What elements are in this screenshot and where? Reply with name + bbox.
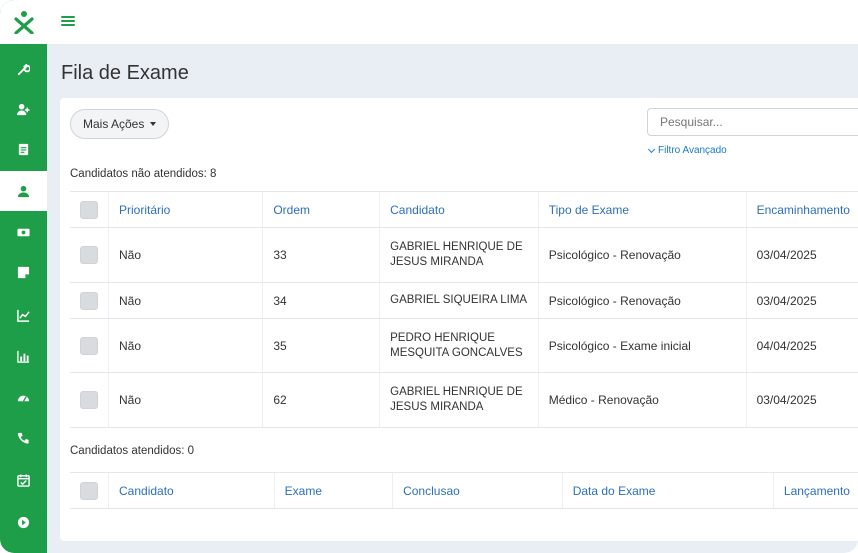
column-header-conclusao[interactable]: Conclusao: [392, 472, 563, 509]
logo-icon: [13, 11, 34, 34]
row-select-cell: [70, 227, 109, 283]
sidebar-item-schedule[interactable]: [0, 460, 47, 500]
cell-tipo-exame: Médico - Renovação: [537, 372, 747, 428]
sidebar: [0, 0, 47, 553]
table-row[interactable]: Não 62 GABRIEL HENRIQUE DE JESUS MIRANDA …: [70, 372, 858, 428]
app-window: Fila de Exame Mais Ações Filtro Avançado…: [0, 0, 858, 553]
table-row[interactable]: Não 33 GABRIEL HENRIQUE DE JESUS MIRANDA …: [70, 227, 858, 283]
attended-count-label: Candidatos atendidos: 0: [70, 445, 195, 457]
phone-icon: [17, 432, 29, 444]
cell-prioritario: Não: [107, 318, 263, 373]
cell-encaminhamento: 03/04/2025: [745, 227, 858, 283]
sidebar-item-tools[interactable]: [0, 49, 47, 89]
top-bar: [47, 0, 858, 44]
user-plus-icon: [17, 103, 30, 115]
candidate-name-line: JESUS MIRANDA: [390, 256, 484, 268]
dashboard-icon: [17, 395, 30, 402]
bar-chart-icon: [17, 350, 30, 363]
calendar-check-icon: [17, 473, 30, 487]
page-title: Fila de Exame: [61, 62, 189, 84]
column-header-candidato[interactable]: Candidato: [379, 191, 539, 228]
candidate-name-line: MESQUITA GONCALVES: [390, 346, 523, 359]
sidebar-item-add-user[interactable]: [0, 89, 47, 129]
cell-prioritario: Não: [107, 372, 263, 428]
row-checkbox[interactable]: [80, 391, 98, 409]
column-header-data-exame[interactable]: Data do Exame: [561, 472, 774, 509]
cell-encaminhamento: 04/04/2025: [745, 318, 858, 373]
row-checkbox[interactable]: [80, 291, 98, 310]
cell-ordem: 62: [262, 372, 380, 428]
select-all-cell: [70, 472, 109, 509]
row-checkbox[interactable]: [80, 246, 98, 264]
table-row[interactable]: Não 34 GABRIEL SIQUEIRA LIMA Psicológico…: [70, 282, 858, 319]
cell-ordem: 35: [262, 318, 380, 373]
cell-candidato: GABRIEL HENRIQUE DE JESUS MIRANDA: [379, 372, 539, 428]
column-header-tipo-exame[interactable]: Tipo de Exame: [537, 191, 747, 228]
attended-header-row: Candidato Exame Conclusao Data do Exame …: [70, 472, 858, 509]
select-all-cell: [70, 191, 109, 228]
cell-tipo-exame: Psicológico - Renovação: [537, 227, 747, 283]
wrench-icon: [17, 63, 30, 75]
more-actions-button[interactable]: Mais Ações: [70, 109, 170, 139]
cell-tipo-exame: Psicológico - Renovação: [537, 282, 747, 319]
candidate-name-line: GABRIEL HENRIQUE DE: [390, 386, 523, 398]
note-icon: [17, 266, 30, 278]
advanced-filter-link[interactable]: Filtro Avançado: [647, 145, 727, 156]
cell-candidato: GABRIEL HENRIQUE DE JESUS MIRANDA: [379, 227, 539, 283]
document-icon: [18, 143, 29, 155]
sidebar-item-documents[interactable]: [0, 129, 47, 169]
candidate-name-line: PEDRO HENRIQUE: [390, 331, 495, 344]
cell-encaminhamento: 03/04/2025: [745, 282, 858, 319]
sidebar-item-media[interactable]: [0, 502, 47, 542]
sidebar-item-reports[interactable]: [0, 295, 47, 335]
menu-toggle-icon[interactable]: [61, 14, 75, 28]
line-chart-icon: [17, 309, 30, 322]
advanced-filter-label: Filtro Avançado: [658, 145, 727, 156]
column-header-candidato[interactable]: Candidato: [108, 472, 275, 509]
cell-candidato: GABRIEL SIQUEIRA LIMA: [379, 282, 539, 319]
row-select-cell: [70, 372, 109, 428]
cell-encaminhamento: 03/04/2025: [745, 372, 858, 428]
cell-ordem: 33: [262, 227, 380, 283]
main-content: Fila de Exame Mais Ações Filtro Avançado…: [47, 44, 858, 553]
candidate-name-line: JESUS MIRANDA: [390, 401, 484, 413]
caret-down-icon: [150, 122, 157, 126]
cell-prioritario: Não: [107, 227, 263, 283]
play-circle-icon: [17, 516, 30, 528]
column-header-lancamento[interactable]: Lançamento: [772, 472, 858, 509]
cell-candidato: PEDRO HENRIQUE MESQUITA GONCALVES: [379, 318, 539, 373]
more-actions-label: Mais Ações: [83, 117, 145, 131]
candidate-name-line: GABRIEL SIQUEIRA LIMA: [390, 294, 528, 306]
attended-table: Candidato Exame Conclusao Data do Exame …: [70, 472, 858, 509]
chevron-down-icon: [647, 145, 656, 153]
row-select-cell: [70, 318, 109, 373]
sidebar-item-contacts[interactable]: [0, 418, 47, 458]
search-input[interactable]: [647, 108, 858, 136]
sidebar-item-candidates[interactable]: [0, 171, 47, 211]
sidebar-item-statistics[interactable]: [0, 336, 47, 376]
sidebar-item-finance[interactable]: [0, 212, 47, 252]
column-header-prioritario[interactable]: Prioritário: [107, 191, 263, 228]
pending-header-row: Prioritário Ordem Candidato Tipo de Exam…: [70, 191, 858, 228]
money-icon: [17, 228, 30, 236]
column-header-ordem[interactable]: Ordem: [262, 191, 380, 228]
app-logo[interactable]: [0, 0, 47, 44]
select-all-checkbox[interactable]: [80, 481, 98, 500]
row-checkbox[interactable]: [80, 336, 98, 355]
table-row[interactable]: Não 35 PEDRO HENRIQUE MESQUITA GONCALVES …: [70, 318, 858, 373]
column-header-encaminhamento[interactable]: Encaminhamento: [745, 191, 858, 228]
pending-table: Prioritário Ordem Candidato Tipo de Exam…: [70, 191, 858, 428]
user-icon: [17, 185, 30, 197]
sidebar-item-dashboard[interactable]: [0, 377, 47, 417]
select-all-checkbox[interactable]: [80, 200, 98, 219]
row-select-cell: [70, 282, 109, 319]
column-header-exame[interactable]: Exame: [273, 472, 393, 509]
pending-count-label: Candidatos não atendidos: 8: [70, 168, 217, 180]
queue-card: Mais Ações Filtro Avançado Candidatos nã…: [60, 98, 858, 541]
cell-ordem: 34: [262, 282, 380, 319]
cell-tipo-exame: Psicológico - Exame inicial: [537, 318, 747, 373]
cell-prioritario: Não: [107, 282, 263, 319]
sidebar-item-notes[interactable]: [0, 252, 47, 292]
candidate-name-line: GABRIEL HENRIQUE DE: [390, 241, 523, 253]
